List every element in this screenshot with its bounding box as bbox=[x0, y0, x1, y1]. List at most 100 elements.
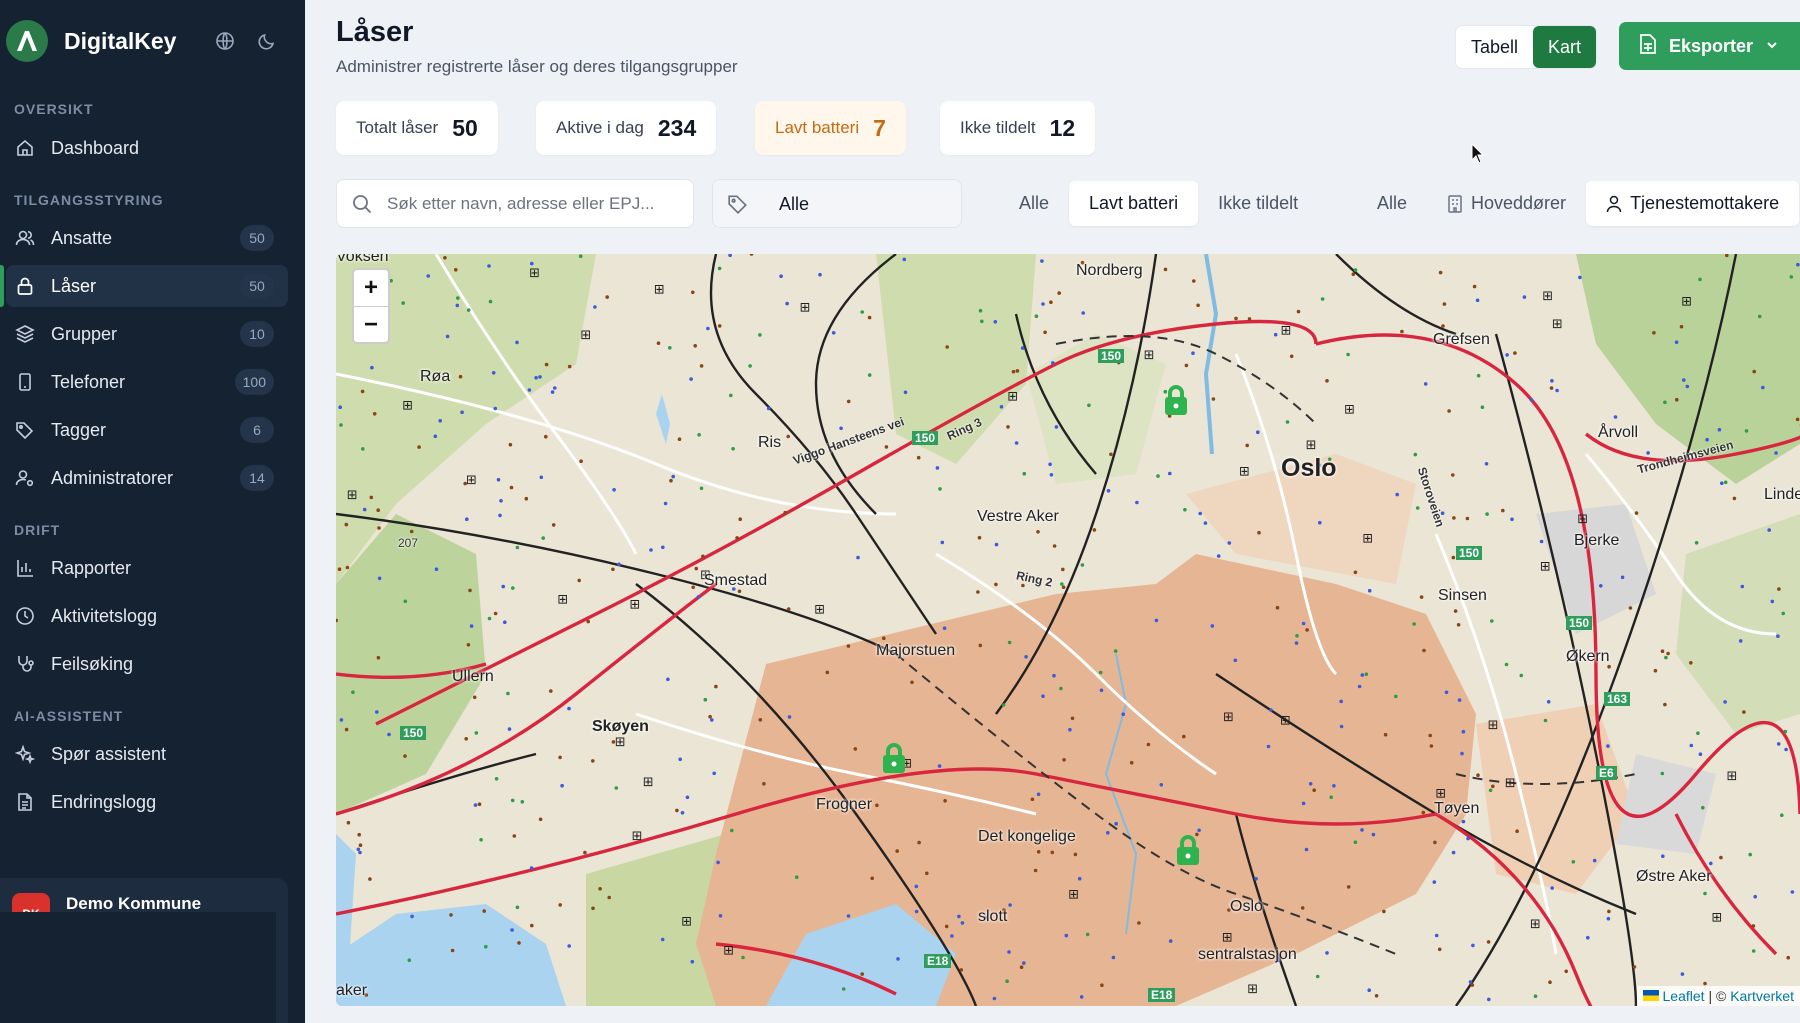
church-symbol: ⊞ bbox=[1727, 768, 1738, 783]
map-dot bbox=[1790, 890, 1795, 894]
map-dot bbox=[1413, 452, 1418, 457]
map-dot bbox=[1394, 694, 1398, 699]
sidebar-item-label: Aktivitetslogg bbox=[51, 605, 158, 626]
brand[interactable]: DigitalKey bbox=[6, 20, 176, 62]
type-all-button[interactable]: Alle bbox=[1357, 181, 1427, 226]
church-symbol: ⊞ bbox=[800, 300, 811, 315]
church-symbol: ⊞ bbox=[1542, 288, 1553, 303]
sidebar-item-tagger[interactable]: Tagger 6 bbox=[6, 409, 288, 451]
map-dot bbox=[678, 757, 682, 762]
globe-icon[interactable] bbox=[214, 30, 236, 52]
map-dot bbox=[1184, 363, 1189, 368]
map-dot bbox=[1137, 921, 1141, 925]
map-dot bbox=[1781, 611, 1785, 616]
road-shield: E18 bbox=[1148, 988, 1176, 1002]
church-symbol: ⊞ bbox=[814, 601, 825, 616]
map-dot bbox=[507, 727, 512, 731]
map-dot bbox=[1660, 649, 1665, 653]
map-label: Majorstuen bbox=[876, 642, 956, 659]
church-symbol: ⊞ bbox=[654, 282, 665, 297]
sidebar-item-ansatte[interactable]: Ansatte 50 bbox=[6, 217, 288, 259]
sidebar-item-grupper[interactable]: Grupper 10 bbox=[6, 313, 288, 355]
type-main-doors-button[interactable]: Hoveddører bbox=[1427, 181, 1586, 226]
map-dot bbox=[846, 399, 851, 404]
map-dot bbox=[1318, 520, 1322, 525]
map-dot bbox=[1776, 634, 1780, 638]
map-dot bbox=[426, 274, 430, 278]
stat-label: Aktive i dag bbox=[556, 118, 644, 137]
app-logo bbox=[6, 20, 48, 62]
map-dot bbox=[1059, 686, 1063, 691]
lock-marker[interactable] bbox=[1174, 834, 1202, 866]
lock-marker[interactable] bbox=[1162, 384, 1190, 416]
tag-filter-select[interactable]: Alle bbox=[712, 179, 962, 228]
sidebar-item-spor-assistent[interactable]: Spør assistent bbox=[6, 733, 288, 775]
map-dot bbox=[1022, 471, 1027, 476]
map-dot bbox=[1068, 727, 1072, 732]
sidebar-item-laser[interactable]: Låser 50 bbox=[0, 265, 288, 307]
map-dot bbox=[884, 445, 889, 449]
sidebar-item-rapporter[interactable]: Rapporter bbox=[6, 547, 288, 589]
map-dot bbox=[902, 257, 907, 262]
map-dot bbox=[530, 923, 534, 928]
map-dot bbox=[1423, 382, 1428, 386]
map-view[interactable]: ⊞ ⊞ ⊞ ⊞ ⊞ ⊞ ⊞ ⊞ ⊞ ⊞ ⊞ ⊞ ⊞ ⊞ ⊞ ⊞ ⊞ ⊞ ⊞ ⊞ ⊞ ⊞ ⊞ ⊞ ⊞ ⊞ ⊞ ⊞ ⊞ ⊞ ⊞ ⊞ ⊞ ⊞ ⊞ ⊞ ⊞ ⊞ ⊞ ⊞… bbox=[336, 254, 1800, 1006]
map-dot bbox=[1738, 639, 1743, 643]
type-service-recipients-button[interactable]: Tjenestemottakere bbox=[1586, 181, 1800, 226]
map-dot bbox=[718, 914, 723, 918]
sidebar-item-administratorer[interactable]: Administratorer 14 bbox=[6, 457, 288, 499]
map-dot bbox=[1476, 773, 1480, 777]
map-dot bbox=[1753, 894, 1757, 899]
zoom-out-button[interactable]: − bbox=[354, 306, 388, 342]
map-dot bbox=[438, 419, 442, 423]
map-dot bbox=[509, 485, 514, 490]
view-map-button[interactable]: Kart bbox=[1533, 26, 1597, 68]
kartverket-link[interactable]: Kartverket bbox=[1730, 988, 1794, 1004]
search-input[interactable] bbox=[387, 190, 683, 218]
sidebar-item-feilsoking[interactable]: Feilsøking bbox=[6, 643, 288, 685]
church-symbol: ⊞ bbox=[643, 774, 654, 789]
map-dot bbox=[1415, 506, 1420, 510]
map-dot bbox=[1487, 997, 1491, 1002]
map-dot bbox=[1438, 270, 1443, 275]
church-symbol: ⊞ bbox=[1344, 402, 1355, 417]
church-symbol: ⊞ bbox=[1681, 294, 1692, 309]
status-all-button[interactable]: Alle bbox=[999, 181, 1069, 226]
sidebar-item-label: Feilsøking bbox=[51, 653, 134, 674]
org-name: Demo Kommune bbox=[66, 894, 202, 913]
status-low-battery-button[interactable]: Lavt batteri bbox=[1069, 181, 1199, 226]
map-dot bbox=[1114, 821, 1118, 826]
map-dot bbox=[488, 299, 493, 304]
sidebar-item-endringslogg[interactable]: Endringslogg bbox=[6, 781, 288, 823]
leaflet-link[interactable]: Leaflet bbox=[1663, 988, 1705, 1004]
map-dot bbox=[1257, 530, 1261, 535]
status-unassigned-button[interactable]: Ikke tildelt bbox=[1198, 181, 1318, 226]
sidebar-item-aktivitetslogg[interactable]: Aktivitetslogg bbox=[6, 595, 288, 637]
map-label: Sinsen bbox=[1438, 587, 1487, 604]
zoom-in-button[interactable]: + bbox=[354, 270, 388, 306]
sidebar-item-telefoner[interactable]: Telefoner 100 bbox=[6, 361, 288, 403]
map-dot bbox=[1475, 298, 1480, 303]
map-dot bbox=[994, 582, 998, 587]
moon-icon[interactable] bbox=[256, 30, 278, 52]
road-shield: 150 bbox=[400, 726, 427, 740]
road-shield: E6 bbox=[1596, 766, 1617, 780]
map-dot bbox=[690, 959, 695, 964]
map-dot bbox=[945, 345, 949, 349]
map-dot bbox=[1664, 655, 1668, 660]
lock-marker[interactable] bbox=[880, 742, 908, 774]
map-dot bbox=[578, 254, 583, 258]
map-label: sentralstasjon bbox=[1198, 946, 1297, 963]
stat-total-locks: Totalt låser 50 bbox=[336, 101, 498, 155]
view-table-button[interactable]: Tabell bbox=[1456, 26, 1533, 68]
map-dot bbox=[351, 690, 355, 694]
map-dot bbox=[1227, 541, 1232, 545]
organization-switcher[interactable]: DK Demo Kommune bbox=[0, 878, 288, 1023]
export-button[interactable]: Eksporter bbox=[1619, 22, 1800, 70]
map-dot bbox=[758, 333, 762, 337]
sidebar-item-dashboard[interactable]: Dashboard bbox=[6, 127, 288, 169]
map-label: Økern bbox=[1566, 648, 1610, 665]
page-subtitle: Administrer registrerte låser og deres t… bbox=[336, 57, 738, 76]
stat-low-battery[interactable]: Lavt batteri 7 bbox=[755, 101, 906, 155]
church-symbol: ⊞ bbox=[632, 828, 643, 843]
